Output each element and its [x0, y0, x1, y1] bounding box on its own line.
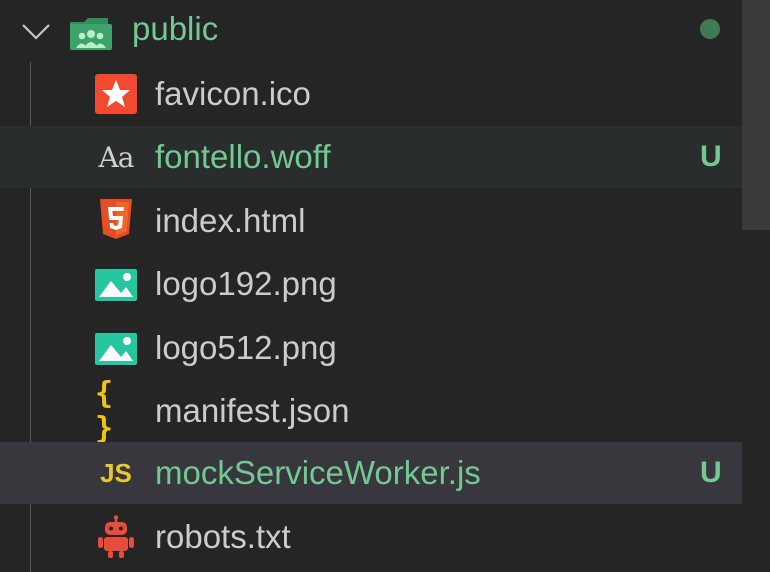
html5-icon	[95, 198, 137, 240]
file-row-manifest[interactable]: { } manifest.json	[0, 376, 742, 446]
javascript-icon: JS	[100, 457, 132, 488]
font-icon: Aa	[98, 140, 135, 174]
file-label: robots.txt	[155, 518, 291, 555]
scrollbar-thumb[interactable]	[742, 0, 770, 230]
folder-row-public[interactable]: public	[0, 0, 742, 60]
file-label: manifest.json	[155, 392, 350, 429]
file-row-logo512[interactable]: logo512.png	[0, 316, 742, 378]
file-row-favicon[interactable]: favicon.ico	[0, 62, 742, 124]
untracked-status-badge: U	[700, 456, 722, 489]
file-row-fontello[interactable]: Aa fontello.woff U	[0, 126, 742, 188]
file-label: mockServiceWorker.js	[155, 454, 481, 491]
file-row-mockserviceworker[interactable]: JS mockServiceWorker.js U	[0, 442, 742, 504]
robot-icon	[95, 515, 137, 558]
file-row-robots[interactable]: robots.txt	[0, 506, 742, 568]
file-label: logo192.png	[155, 265, 337, 302]
file-row-index[interactable]: index.html	[0, 188, 742, 250]
file-label: favicon.ico	[155, 75, 311, 112]
folder-label: public	[132, 10, 219, 47]
favicon-star-icon	[95, 73, 137, 115]
untracked-status-badge: U	[700, 140, 722, 173]
chevron-down-icon[interactable]	[20, 19, 52, 43]
public-folder-icon	[70, 18, 112, 50]
file-explorer: public favicon.ico Aa fontello.woff U in…	[0, 0, 742, 572]
image-icon	[95, 328, 137, 370]
image-icon	[95, 264, 137, 306]
modified-dot-indicator	[700, 19, 720, 39]
json-braces-icon: { }	[95, 376, 116, 446]
file-label: index.html	[155, 202, 306, 239]
file-row-logo192[interactable]: logo192.png	[0, 252, 742, 314]
file-label: logo512.png	[155, 329, 337, 366]
file-label: fontello.woff	[155, 138, 331, 175]
